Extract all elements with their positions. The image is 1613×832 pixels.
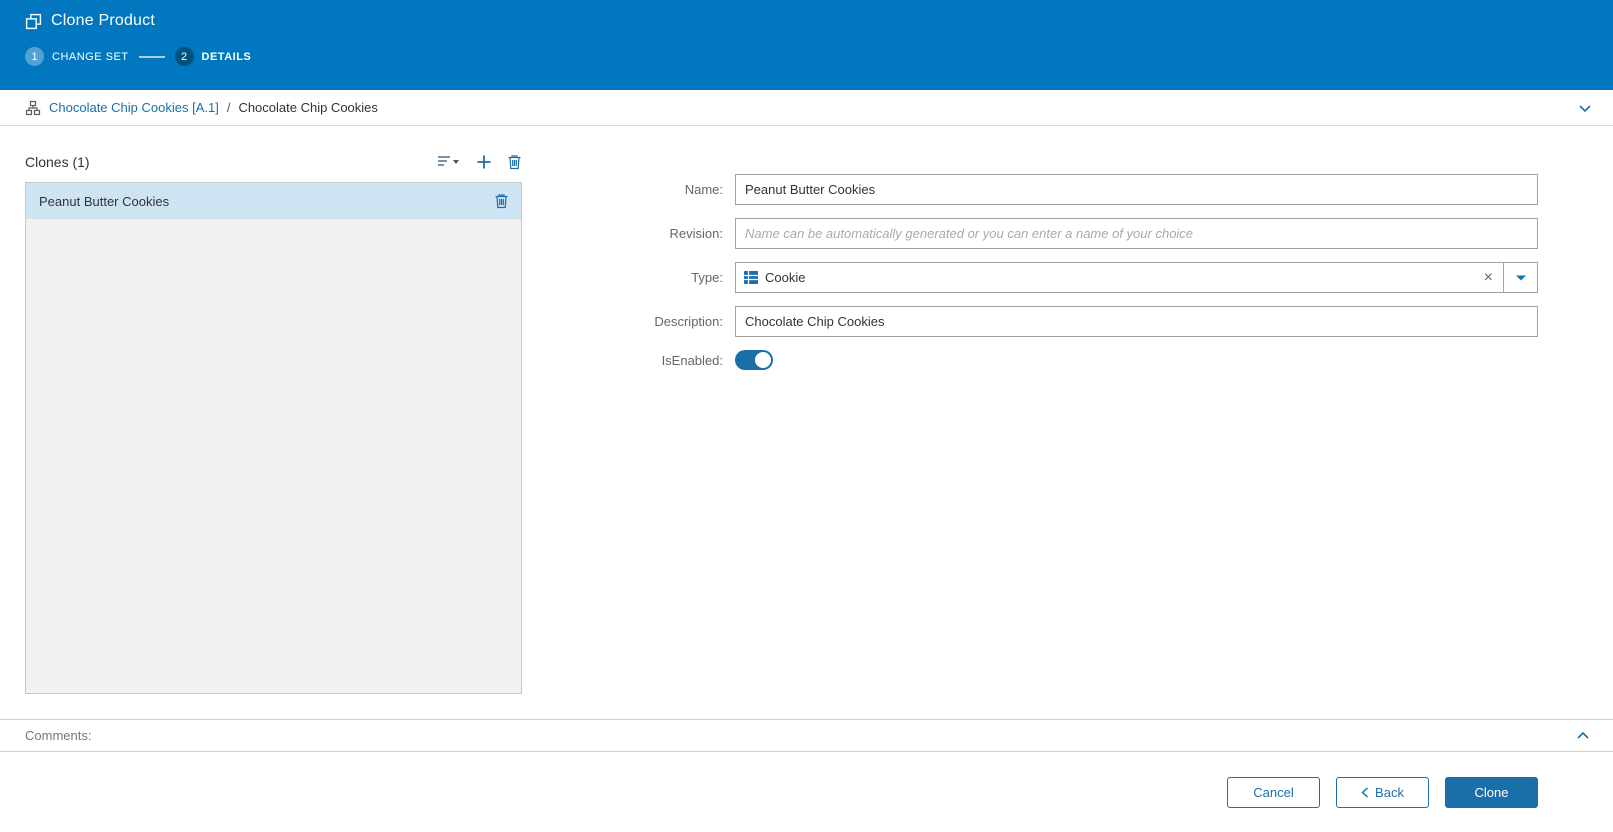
name-label: Name: [684,182,723,197]
comments-section: Comments: [0,719,1613,752]
cancel-button[interactable]: Cancel [1227,776,1320,808]
add-clone-button[interactable] [476,154,492,170]
step-connector-line [138,55,165,58]
type-label: Type: [691,270,723,285]
clones-toolbar [437,154,522,170]
chevron-left-icon [1361,786,1369,798]
description-field[interactable] [735,306,1538,337]
sort-filter-button[interactable] [437,154,461,170]
item-trash-icon[interactable] [494,193,509,209]
dialog-header: Clone Product 1 CHANGE SET 2 DETAILS [0,0,1613,90]
step-indicator: 1 CHANGE SET 2 DETAILS [25,47,1588,66]
chevron-up-icon[interactable] [1575,728,1591,744]
clone-icon [25,13,42,30]
type-combo[interactable]: Cookie × [735,262,1538,293]
step-1-circle: 1 [25,47,44,66]
details-form: Name: Revision: Type: Cookie × [522,126,1538,719]
revision-field[interactable] [735,218,1538,249]
clone-item-name: Peanut Butter Cookies [39,193,170,209]
delete-clone-button[interactable] [507,154,522,170]
clones-panel: Clones (1) Peanut Butter Cookies [25,126,522,719]
dialog-footer: Cancel Back Clone [0,752,1613,832]
type-dropdown-button[interactable] [1503,263,1537,292]
main-content: Clones (1) Peanut Butter Cookies Name: P… [0,126,1613,719]
revision-label: Revision: [669,226,723,241]
comments-label: Comments: [25,728,92,743]
list-item[interactable]: Peanut Butter Cookies [26,183,521,219]
step-2-circle: 2 [174,47,194,66]
is-enabled-label: IsEnabled: [661,352,723,368]
back-button[interactable]: Back [1336,776,1429,808]
description-label: Description: [654,314,723,329]
type-value: Cookie [765,270,806,285]
clone-button[interactable]: Clone [1445,776,1538,808]
toggle-knob [755,352,771,368]
step-details[interactable]: 2 DETAILS [174,47,252,66]
step-change-set[interactable]: 1 CHANGE SET [25,47,129,66]
breadcrumb-separator: / [226,100,231,115]
chevron-down-icon[interactable] [1577,100,1593,116]
clones-panel-title: Clones (1) [25,154,90,170]
dialog-title: Clone Product [51,12,155,29]
clones-list: Peanut Butter Cookies [25,182,522,694]
breadcrumb-link[interactable]: Chocolate Chip Cookies [A.1] [49,100,219,115]
breadcrumb-current: Chocolate Chip Cookies [238,100,378,115]
clear-type-icon[interactable]: × [1474,269,1503,286]
product-structure-icon [25,100,41,116]
step-2-label: DETAILS [201,50,252,63]
item-type-icon [744,271,758,284]
is-enabled-toggle[interactable] [735,350,773,370]
breadcrumb: Chocolate Chip Cookies [A.1] / Chocolate… [0,90,1613,126]
name-field[interactable] [735,174,1538,205]
step-1-label: CHANGE SET [52,50,129,63]
